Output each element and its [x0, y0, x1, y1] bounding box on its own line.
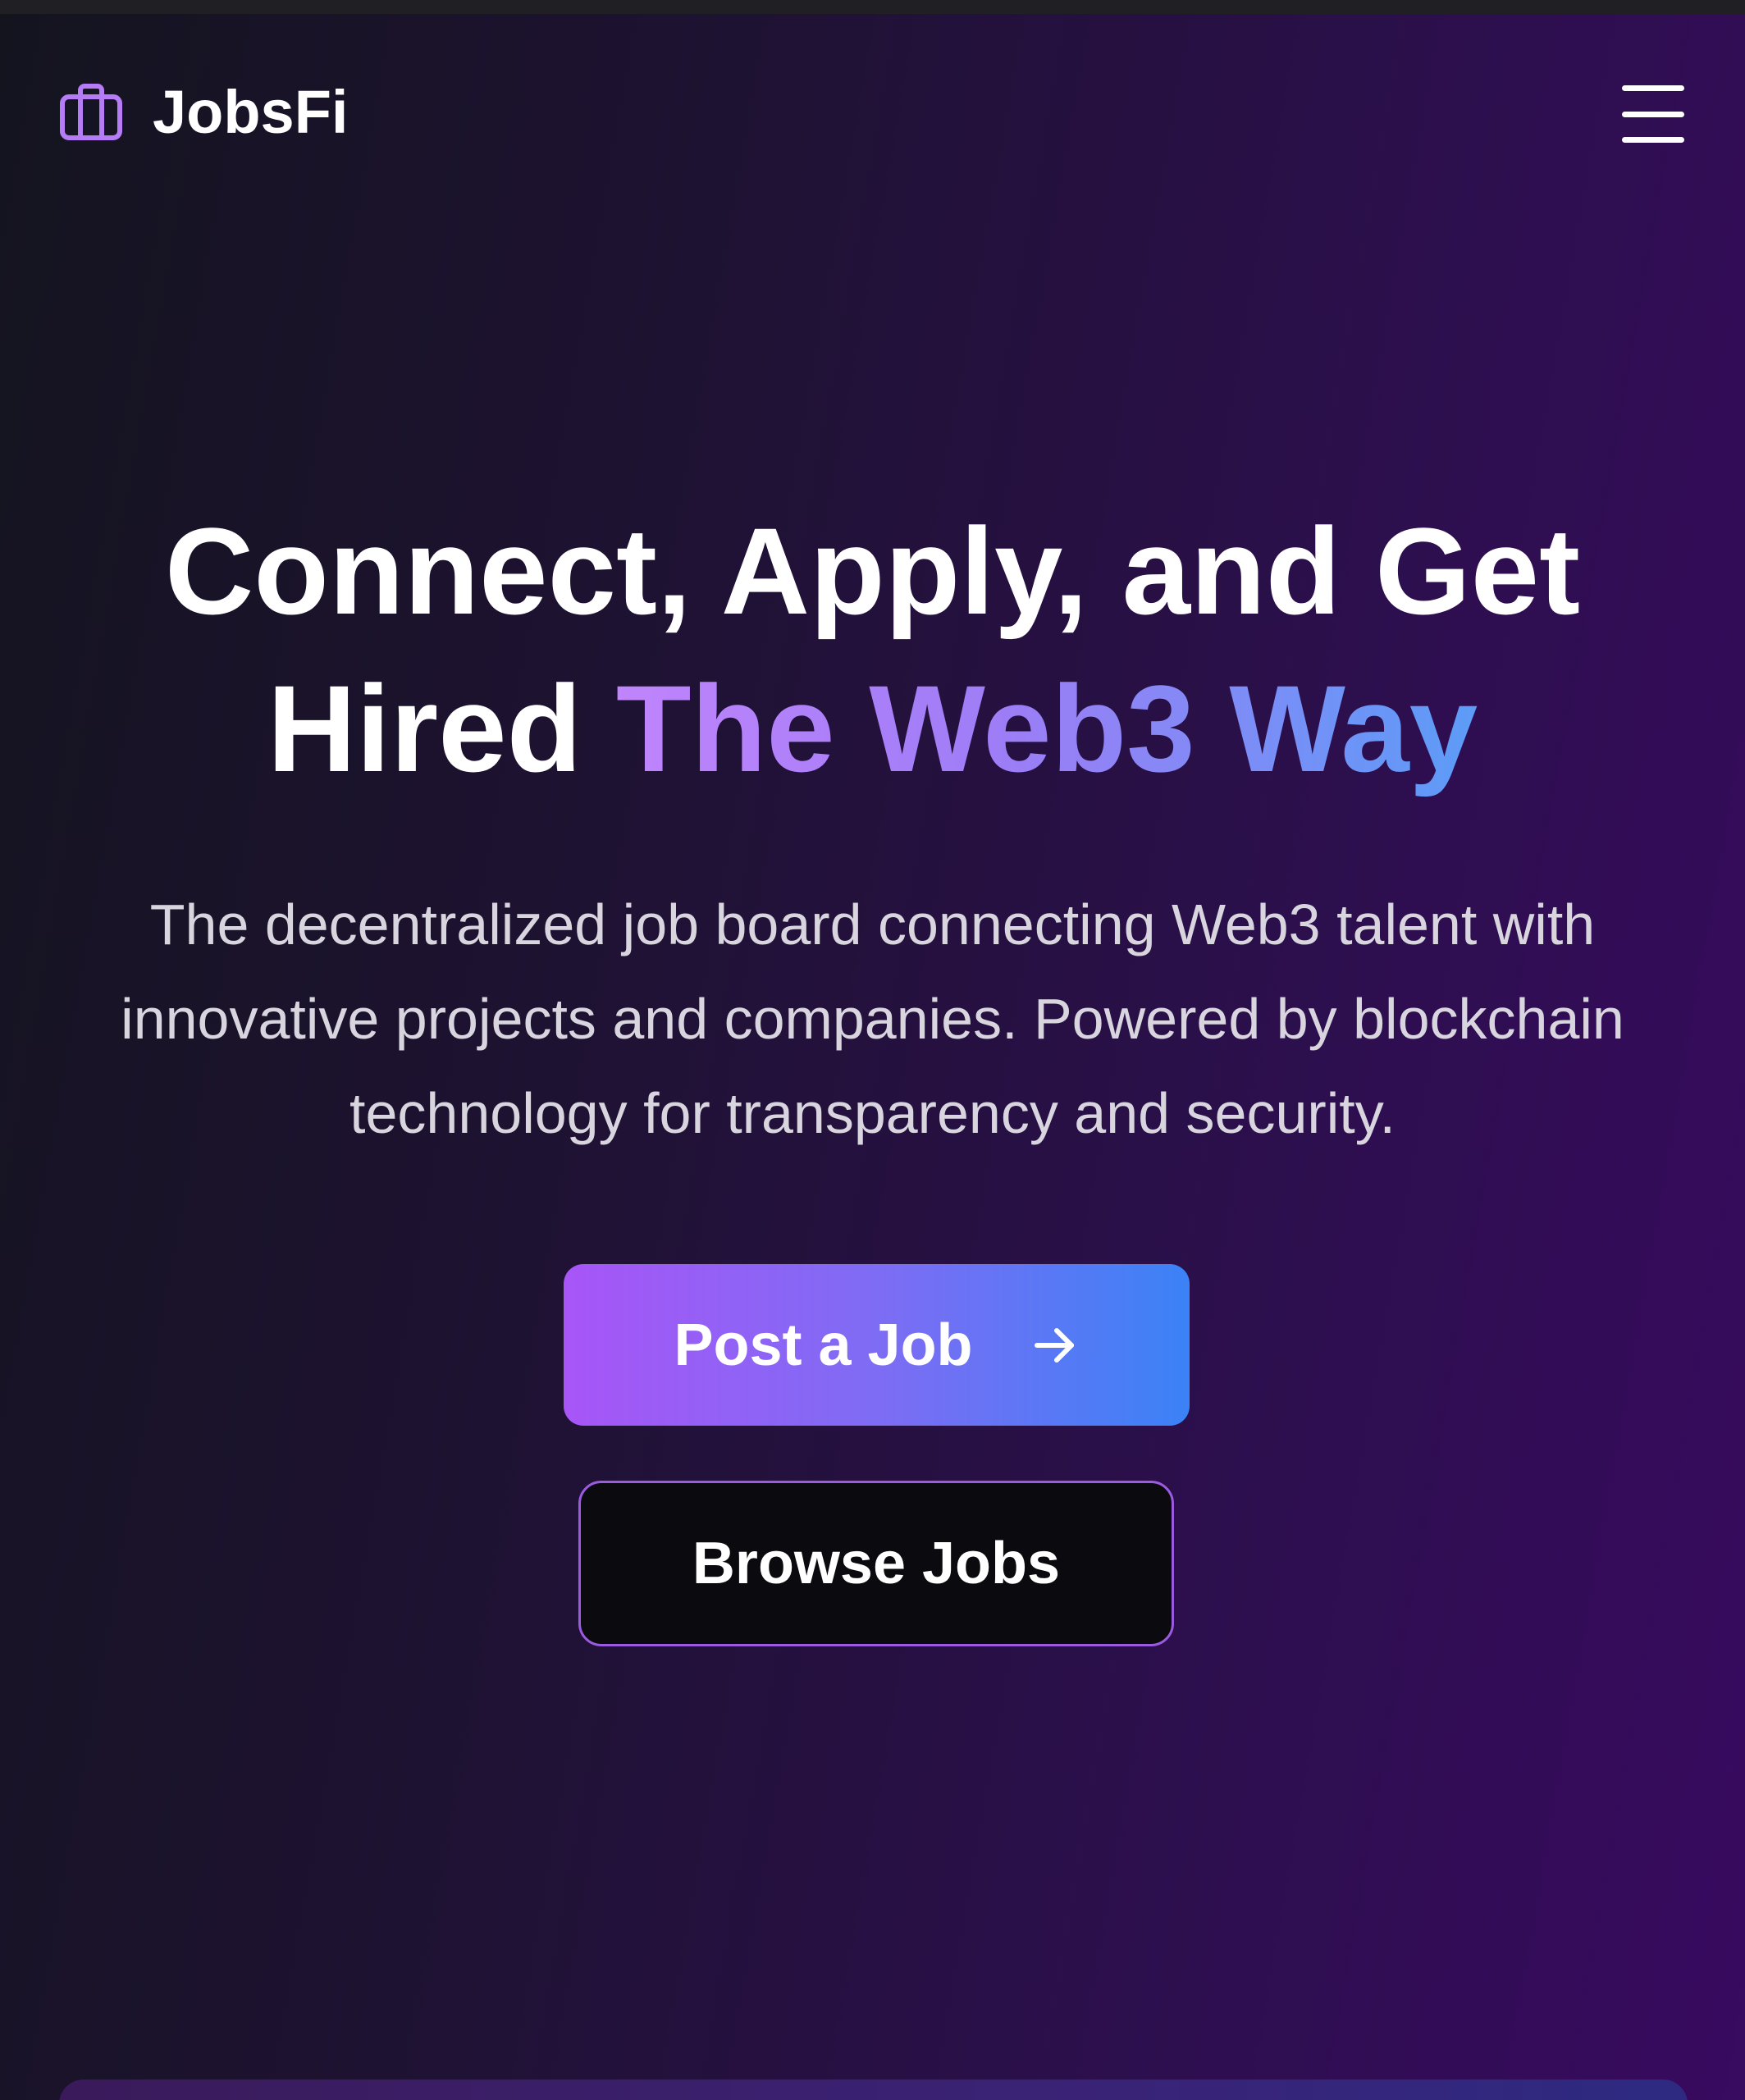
- landing-page: JobsFi Connect, Apply, and Get Hired The…: [0, 0, 1745, 2100]
- menu-line: [1622, 137, 1684, 143]
- browser-top-strip: [0, 0, 1745, 14]
- menu-line: [1622, 111, 1684, 117]
- post-job-label: Post a Job: [674, 1312, 973, 1378]
- briefcase-icon: [60, 84, 122, 140]
- hero-title-highlight: The Web3 Way: [615, 660, 1478, 797]
- hamburger-menu-icon[interactable]: [1622, 85, 1688, 143]
- brand-name: JobsFi: [153, 77, 349, 146]
- post-job-button[interactable]: Post a Job: [564, 1264, 1190, 1426]
- hero-subtitle: The decentralized job board connecting W…: [121, 892, 1624, 1145]
- arrow-right-icon: [1034, 1327, 1074, 1363]
- hero-title: Connect, Apply, and Get Hired The Web3 W…: [0, 492, 1745, 807]
- content-card-peek: [59, 2079, 1688, 2100]
- brand-logo[interactable]: JobsFi: [59, 77, 349, 146]
- menu-line: [1622, 85, 1684, 91]
- browse-jobs-button[interactable]: Browse Jobs: [578, 1481, 1174, 1646]
